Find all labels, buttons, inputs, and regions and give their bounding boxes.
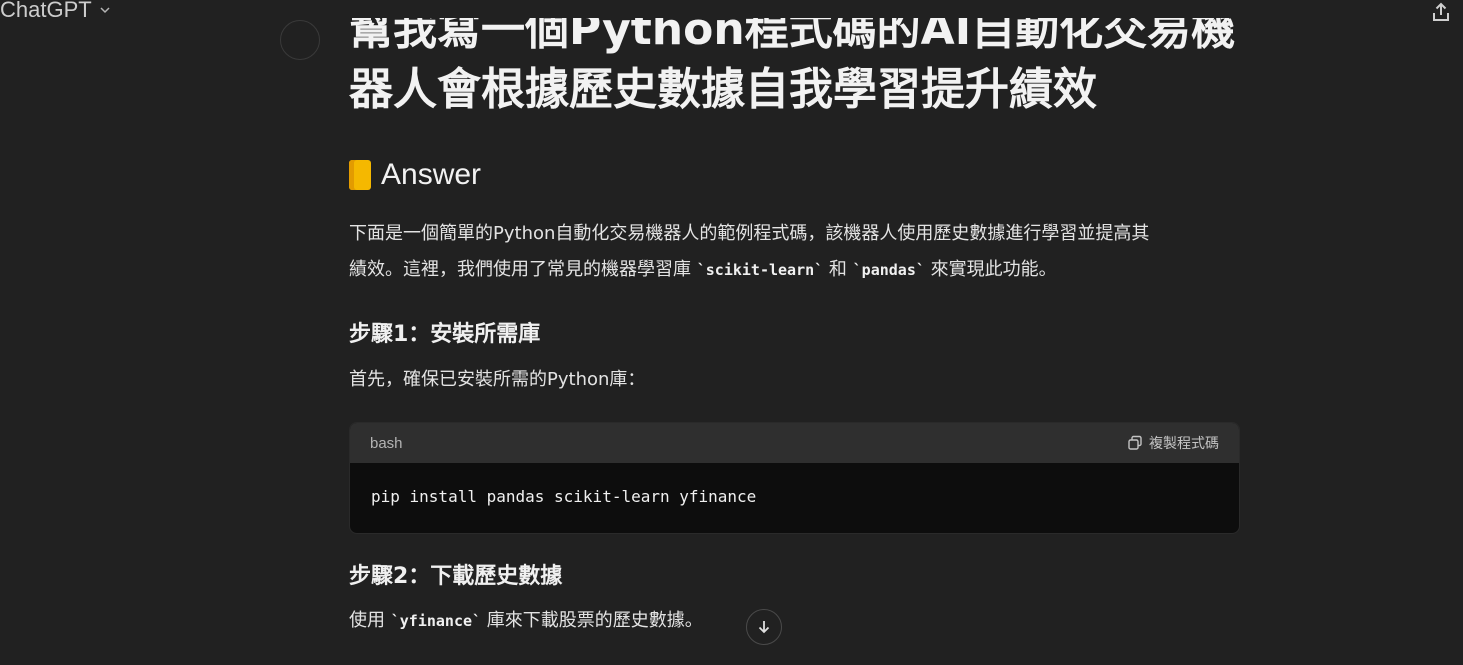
intro-paragraph: 下面是一個簡單的Python自動化交易機器人的範例程式碼，該機器人使用歷史數據進… <box>349 216 1239 288</box>
answer-heading-label: Answer <box>381 158 482 191</box>
page-title: 幫我寫一個Python程式碼的AI自動化交易機 器人會根據歷史數據自我學習提升績… <box>349 18 1239 116</box>
scroll-to-bottom-button[interactable] <box>746 609 782 645</box>
chat-window: ChatGPT 幫我寫一個Python程式碼的AI自動化交易機 器人會根據歷史數… <box>0 0 1463 665</box>
model-selector[interactable]: ChatGPT <box>0 0 112 23</box>
arrow-down-icon <box>758 621 770 634</box>
inline-code-scikit: `scikit-learn` <box>696 261 824 279</box>
assistant-avatar <box>280 20 320 60</box>
intro-text-1: 下面是一個簡單的Python自動化交易機器人的範例程式碼，該機器人使用歷史數據進… <box>349 223 1150 244</box>
brand-label: ChatGPT <box>0 0 92 22</box>
intro-text-end: 來實現此功能。 <box>930 259 1057 280</box>
intro-text-mid: 和 <box>828 259 847 280</box>
step2-text-post: 庫來下載股票的歷史數據。 <box>486 610 703 631</box>
inline-code-yfinance: `yfinance` <box>390 612 482 630</box>
step1-text: 首先，確保已安裝所需的Python庫： <box>349 369 646 390</box>
copy-code-button[interactable]: 複製程式碼 <box>1127 433 1219 453</box>
share-button[interactable] <box>1427 0 1455 26</box>
chevron-down-icon <box>100 7 110 14</box>
step1-heading: 步驟1：安裝所需庫 <box>349 322 541 347</box>
code-text: pip install pandas scikit-learn yfinance <box>371 487 757 506</box>
inline-code-pandas: `pandas` <box>852 261 925 279</box>
step2-text: 使用 `yfinance` 庫來下載股票的歷史數據。 <box>349 603 1239 639</box>
step2-text-pre: 使用 <box>349 610 385 631</box>
copy-icon <box>1128 435 1142 450</box>
share-icon <box>1433 2 1449 21</box>
book-icon <box>349 160 371 190</box>
answer-heading: Answer <box>349 158 481 192</box>
title-line-2: 器人會根據歷史數據自我學習提升績效 <box>349 64 1097 115</box>
title-line-1: 幫我寫一個Python程式碼的AI自動化交易機 <box>349 18 1236 55</box>
copy-code-label: 複製程式碼 <box>1149 436 1219 452</box>
intro-text-2: 績效。這裡，我們使用了常見的機器學習庫 <box>349 259 691 280</box>
code-block-header: bash 複製程式碼 <box>350 423 1239 463</box>
code-language: bash <box>370 434 403 452</box>
step2-heading: 步驟2：下載歷史數據 <box>349 564 563 589</box>
code-block: bash 複製程式碼 pip install pandas scikit-lea… <box>349 422 1240 534</box>
